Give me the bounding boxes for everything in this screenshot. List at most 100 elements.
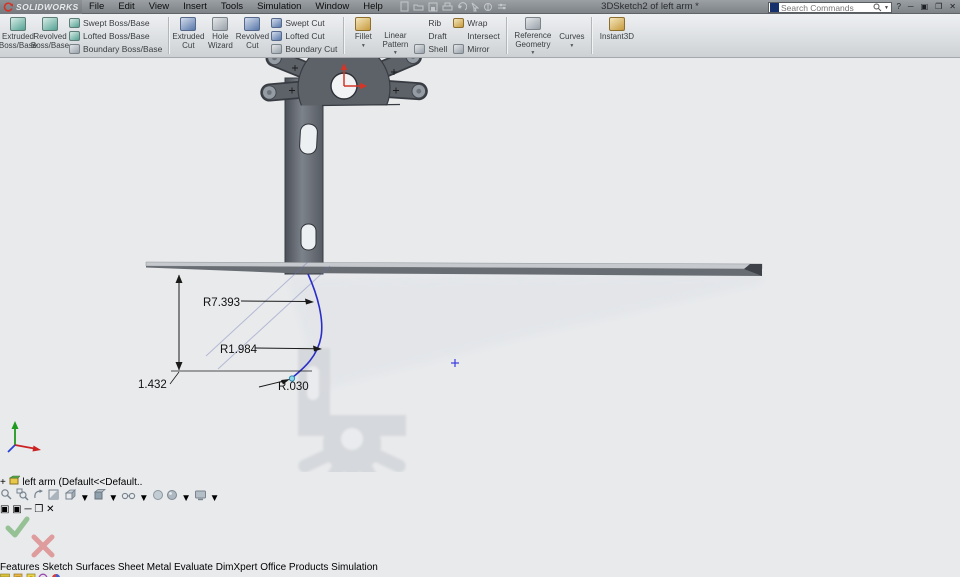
lofted-cut-button[interactable]: Lofted Cut [271,30,337,42]
instant3d-button[interactable]: Instant3D [595,15,639,56]
shell-icon [414,43,426,54]
restore-button[interactable]: ❐ [935,0,942,14]
shell-button[interactable]: Shell [414,43,447,55]
lofted-boss-icon [69,30,80,41]
command-tab-bar: Features Sketch Surfaces Sheet Metal Eva… [0,562,960,573]
orientation-triad [7,421,41,453]
swept-boss-button[interactable]: Swept Boss/Base [69,17,162,29]
reference-geometry-button[interactable]: Reference Geometry ▼ [510,15,556,56]
intersect-button[interactable]: Intersect [453,30,500,42]
menu-tools[interactable]: Tools [214,0,250,14]
hide-show-dropdown-icon[interactable]: ▼ [139,493,149,504]
close-button[interactable]: ✕ [949,0,956,14]
search-input[interactable] [781,3,874,12]
zoom-area-icon[interactable] [16,488,29,501]
tab-simulation[interactable]: Simulation [331,562,378,573]
menu-edit[interactable]: Edit [111,0,141,14]
extruded-cut-button[interactable]: Extruded Cut [172,15,204,56]
apply-scene-icon[interactable] [166,489,178,501]
dimension-r7393[interactable]: R7.393 [203,297,240,309]
section-view-icon[interactable] [47,488,60,501]
tab-office-products[interactable]: Office Products [260,562,328,573]
menu-file[interactable]: File [82,0,111,14]
confirm-ok-icon[interactable] [5,516,30,538]
undo-icon[interactable] [457,1,467,12]
fillet-button[interactable]: Fillet ▼ [347,15,379,56]
dimension-r1984[interactable]: R1.984 [220,344,258,356]
search-dropdown-icon[interactable]: ▼ [884,5,889,11]
zoom-fit-icon[interactable] [0,488,13,501]
edit-appearance-icon[interactable] [152,489,164,501]
wrap-button[interactable]: Wrap [453,17,500,29]
tab-sketch[interactable]: Sketch [42,562,73,573]
fillet-dropdown-icon[interactable]: ▼ [361,43,366,49]
extruded-boss-icon [10,17,26,31]
dimension-1432[interactable]: 1.432 [138,379,167,391]
tab-dimxpert[interactable]: DimXpert [216,562,258,573]
view-settings-dropdown-icon[interactable]: ▼ [210,493,220,504]
graphics-area[interactable]: R7.393 R1.984 R.030 1.432 + left arm (De… [0,0,960,562]
lofted-boss-button[interactable]: Lofted Boss/Base [69,30,162,42]
feature-tree-root[interactable]: left arm (Default<<Default.. [22,477,142,488]
revolved-cut-button[interactable]: Revolved Cut [236,15,269,56]
save-icon[interactable] [428,2,438,12]
hide-show-items-icon[interactable] [121,489,136,501]
swept-cut-button[interactable]: Swept Cut [271,17,337,29]
ribbon-separator [505,17,507,54]
revolved-boss-icon [42,17,58,31]
tab-evaluate[interactable]: Evaluate [174,562,213,573]
options-icon[interactable] [497,2,507,12]
search-icon[interactable] [873,3,882,12]
tree-expand-icon[interactable]: + [0,477,6,488]
previous-view-icon[interactable] [32,488,45,501]
tab-sheet-metal[interactable]: Sheet Metal [118,562,171,573]
menu-insert[interactable]: Insert [176,0,214,14]
help-button[interactable]: ? [896,0,900,14]
reference-geometry-dropdown-icon[interactable]: ▼ [530,50,535,56]
linear-pattern-dropdown-icon[interactable]: ▼ [393,50,398,56]
new-document-icon[interactable] [400,1,409,12]
minimize-button[interactable]: ─ [908,0,914,14]
linear-pattern-button[interactable]: Linear Pattern ▼ [379,15,411,56]
doc-window-icon[interactable]: ▣ [12,504,21,515]
maximize-button[interactable]: ▣ [921,0,929,14]
tab-surfaces[interactable]: Surfaces [76,562,115,573]
mirror-button[interactable]: Mirror [453,43,500,55]
view-settings-icon[interactable] [194,489,207,501]
display-style-icon[interactable] [93,488,106,501]
curves-dropdown-icon[interactable]: ▼ [569,43,574,49]
tab-features[interactable]: Features [0,562,39,573]
boundary-cut-button[interactable]: Boundary Cut [271,43,337,55]
select-pointer-icon[interactable] [471,2,479,12]
dimension-r030[interactable]: R.030 [278,381,309,393]
menu-window[interactable]: Window [308,0,356,14]
display-style-dropdown-icon[interactable]: ▼ [108,493,118,504]
menu-view[interactable]: View [142,0,176,14]
doc-restore-button[interactable]: ❐ [34,504,43,515]
confirm-cancel-icon[interactable] [31,534,55,558]
draft-button[interactable]: Draft [414,30,447,42]
rib-icon [414,18,425,28]
extruded-boss-button[interactable]: Extruded Boss/Base [0,15,37,56]
revolved-boss-button[interactable]: Revolved Boss/Base [31,15,69,56]
rib-button[interactable]: Rib [414,17,447,29]
curves-button[interactable]: Curves ▼ [556,15,588,56]
flat-plate[interactable] [145,261,763,276]
menu-bar: File Edit View Insert Tools Simulation W… [82,0,390,14]
view-orientation-icon[interactable] [63,488,77,501]
doc-close-button[interactable]: ✕ [46,504,54,515]
doc-window-icon[interactable]: ▣ [0,504,9,515]
menu-simulation[interactable]: Simulation [250,0,308,14]
doc-minimize-button[interactable]: ─ [24,504,31,515]
hole-wizard-button[interactable]: Hole Wizard [204,15,236,56]
rebuild-icon[interactable] [483,2,493,12]
print-icon[interactable] [442,2,453,12]
view-orientation-dropdown-icon[interactable]: ▼ [80,493,90,504]
open-folder-icon[interactable] [413,2,424,12]
ribbon-separator [168,17,170,54]
part-body[interactable] [284,77,324,275]
search-commands-box[interactable]: ▼ [768,2,892,13]
boundary-boss-button[interactable]: Boundary Boss/Base [69,43,162,55]
apply-scene-dropdown-icon[interactable]: ▼ [181,493,191,504]
menu-help[interactable]: Help [356,0,390,14]
